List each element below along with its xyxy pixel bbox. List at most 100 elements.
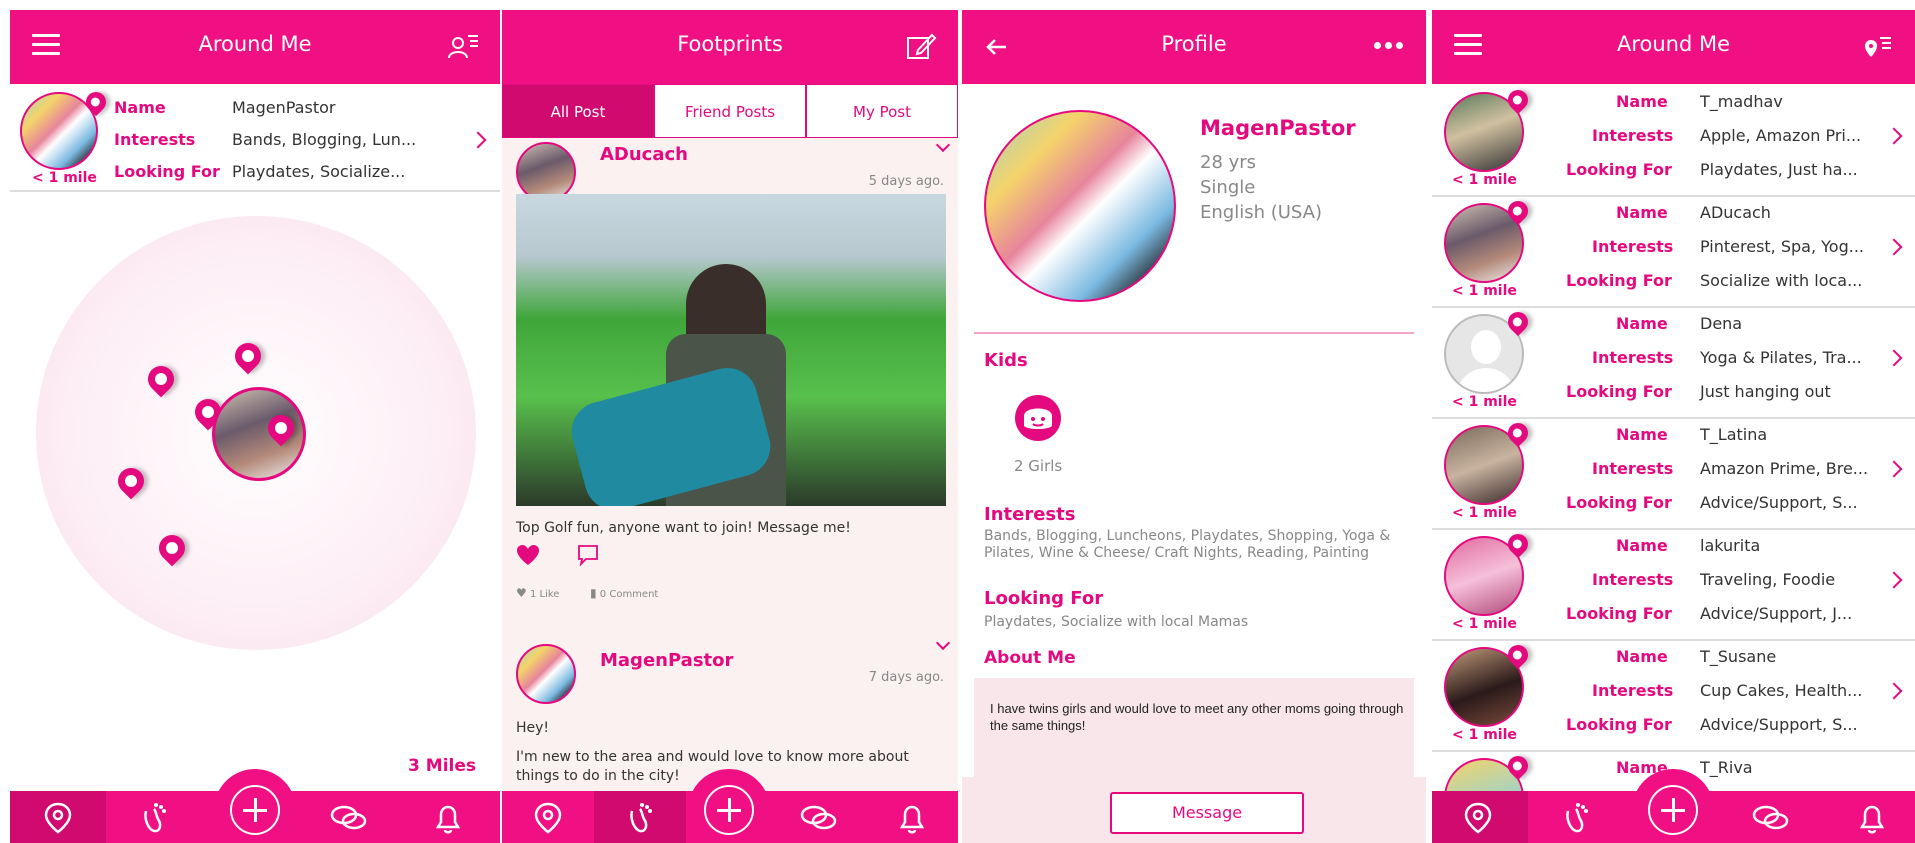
distance-label: < 1 mile [1452,727,1517,743]
avatar[interactable] [516,142,576,202]
divider [974,332,1414,334]
add-button[interactable] [1632,769,1714,843]
distance-label: < 1 mile [1452,616,1517,632]
name-label: Name [1616,536,1668,555]
interests-label: Interests [1592,681,1674,700]
comment-count: ▮ 0 Comment [590,586,658,600]
interests-value: Cup Cakes, Health... [1700,681,1863,700]
post-author[interactable]: MagenPastor [600,650,733,671]
post-text: Hey! [516,720,550,736]
footprint-icon[interactable] [1556,801,1596,835]
looking-value: Socialize with loca... [1700,271,1863,290]
chevron-right-icon[interactable] [469,131,487,149]
name-label: Name [1616,203,1668,222]
tab-my-post[interactable]: My Post [806,84,958,138]
interests-value: Pinterest, Spa, Yog... [1700,237,1864,256]
looking-value: Just hanging out [1700,382,1831,401]
message-button[interactable]: Message [1110,792,1304,834]
name-label: Name [1616,425,1668,444]
footprint-icon[interactable] [620,801,660,835]
comment-count-text: 0 Comment [599,589,659,600]
post-image[interactable] [516,194,946,506]
looking-title: Looking For [984,588,1104,609]
girl-icon [1015,395,1061,441]
list-item[interactable]: < 1 mile Name Dena Interests Yoga & Pila… [1432,306,1915,417]
heart-small-icon: ♥ [516,586,527,600]
screen-footprints: Footprints All Post Friend Posts My Post… [502,10,958,843]
bell-icon[interactable] [1852,801,1892,835]
location-icon[interactable] [38,801,78,835]
looking-value: Advice/Support, J... [1700,604,1853,623]
name-value: T_Susane [1700,647,1777,666]
chevron-right-icon[interactable] [1885,127,1903,145]
list-item[interactable]: < 1 mile Name lakurita Interests Traveli… [1432,528,1915,639]
post-time: 7 days ago. [868,670,944,685]
looking-label: Looking For [1566,382,1672,401]
interests-value: Yoga & Pilates, Tra... [1700,348,1862,367]
tab-all-post[interactable]: All Post [502,84,654,138]
header: Footprints [502,10,958,84]
interests-label: Interests [1592,570,1674,589]
current-user-card[interactable]: < 1 mile Name MagenPastor Interests Band… [10,84,500,190]
list-item[interactable]: < 1 mile Name T_Latina Interests Amazon … [1432,417,1915,528]
profile-name: MagenPastor [1200,116,1356,140]
footprint-icon[interactable] [134,801,174,835]
page-title: Around Me [198,32,312,56]
app-screens: Around Me < 1 mile Name MagenPastor Inte… [0,0,1915,843]
chevron-right-icon[interactable] [1885,238,1903,256]
tab-friend-posts[interactable]: Friend Posts [654,84,806,138]
chevron-right-icon[interactable] [1885,682,1903,700]
chevron-right-icon[interactable] [1885,571,1903,589]
header: Around Me [1432,10,1915,84]
avatar[interactable] [516,644,576,704]
distance-label: < 1 mile [1452,172,1517,188]
name-value: MagenPastor [232,98,336,117]
list-item[interactable]: < 1 mile Name ADucach Interests Pinteres… [1432,195,1915,306]
looking-value: Advice/Support, S... [1700,715,1858,734]
name-label: Name [1616,92,1668,111]
distance-label: < 1 mile [1452,283,1517,299]
add-button[interactable] [214,769,296,843]
add-button[interactable] [688,769,770,843]
interests-label: Interests [114,130,196,149]
page-title: Around Me [1616,32,1731,56]
heart-icon[interactable] [516,544,540,566]
looking-label: Looking For [114,162,220,181]
chat-icon[interactable] [1750,801,1790,835]
name-label: Name [1616,647,1668,666]
looking-label: Looking For [1566,160,1672,179]
interests-value: Traveling, Foodie [1700,570,1836,589]
list-item[interactable]: < 1 mile Name T_madhav Interests Apple, … [1432,84,1915,195]
comment-small-icon: ▮ [590,586,597,600]
user-list-icon[interactable] [446,30,480,62]
like-count-text: 1 Like [529,589,560,600]
post-card: ADucach 5 days ago. Top Golf fun, anyone… [502,137,958,628]
location-icon[interactable] [528,801,568,835]
page-title: Footprints [677,32,783,56]
post-time: 5 days ago. [868,174,944,189]
list-item[interactable]: < 1 mile Name T_Susane Interests Cup Cak… [1432,639,1915,750]
chat-icon[interactable] [328,801,368,835]
bell-icon[interactable] [428,801,468,835]
post-card: MagenPastor 7 days ago. Hey! I'm new to … [502,635,958,790]
screen-profile: Profile MagenPastor 28 yrs Single Englis… [962,10,1426,843]
chevron-down-icon[interactable] [935,635,951,651]
comment-icon[interactable] [576,544,600,566]
looking-value: Playdates, Just ha... [1700,160,1858,179]
page-title: Profile [1161,32,1227,56]
chat-icon[interactable] [798,801,838,835]
map-pin-list-icon[interactable] [1861,30,1895,62]
profile-photo[interactable] [984,110,1176,302]
bell-icon[interactable] [892,801,932,835]
profile-age: 28 yrs [1200,152,1257,173]
chevron-right-icon[interactable] [1885,460,1903,478]
edit-icon[interactable] [904,30,938,62]
chevron-down-icon[interactable] [935,137,951,153]
chevron-right-icon[interactable] [1885,349,1903,367]
more-options-icon[interactable] [1372,42,1406,52]
post-author[interactable]: ADucach [600,144,688,165]
location-icon[interactable] [1458,801,1498,835]
name-value: T_Latina [1700,425,1768,444]
interests-value: Bands, Blogging, Lun... [232,130,417,149]
name-label: Name [1616,314,1668,333]
